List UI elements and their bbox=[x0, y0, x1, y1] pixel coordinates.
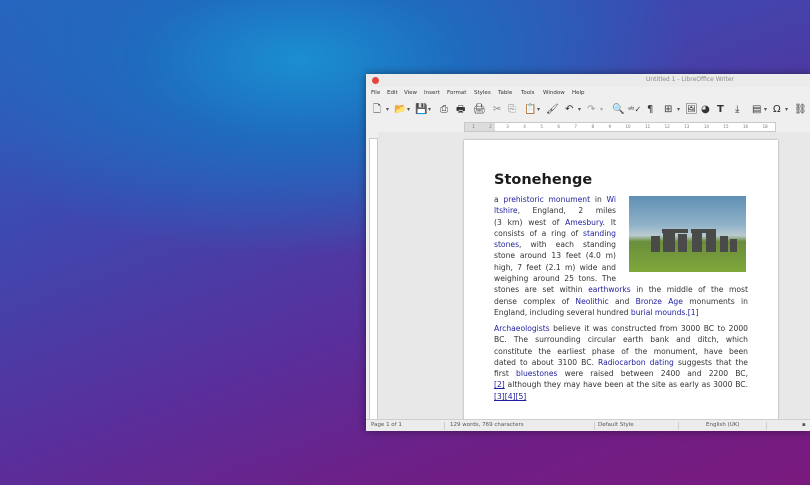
status-bar: Page 1 of 1 129 words, 769 characters De… bbox=[366, 419, 810, 431]
redo-dropdown-icon[interactable]: ▾ bbox=[600, 104, 603, 116]
link-archaeologists[interactable]: Archaeologists bbox=[494, 324, 550, 333]
vertical-ruler[interactable] bbox=[369, 138, 378, 420]
insert-field-icon[interactable]: ▤ bbox=[752, 104, 761, 116]
standard-toolbar: 🗋 ▾ 📂 ▾ 💾 ▾ ⎙ 🖶 🖨 ✂ ⎘ 📋 ▾ 🖌 ↶ ▾ ↷ ▾ 🔍 ᵃᵇ… bbox=[366, 102, 810, 120]
field-dropdown-icon[interactable]: ▾ bbox=[764, 104, 767, 116]
copy-icon[interactable]: ⎘ bbox=[508, 104, 516, 116]
link-amesbury[interactable]: Amesbury bbox=[565, 218, 602, 227]
paragraph-1-full: stones are set within earthworks in the … bbox=[494, 285, 748, 317]
cut-icon[interactable]: ✂ bbox=[493, 104, 501, 116]
save-icon[interactable]: 💾 bbox=[415, 104, 427, 116]
link-standing-b[interactable]: stones bbox=[494, 240, 519, 249]
redo-icon[interactable]: ↷ bbox=[587, 104, 595, 116]
save-dropdown-icon[interactable]: ▾ bbox=[428, 104, 431, 116]
selection-mode-icon[interactable]: ▪ bbox=[802, 422, 806, 428]
status-page-count[interactable]: Page 1 of 1 bbox=[371, 422, 402, 428]
status-word-count[interactable]: 129 words, 769 characters bbox=[450, 422, 524, 428]
paste-icon[interactable]: 📋 bbox=[524, 104, 536, 116]
menu-tools[interactable]: Tools bbox=[521, 90, 535, 96]
find-replace-icon[interactable]: 🔍 bbox=[612, 104, 624, 116]
menu-insert[interactable]: Insert bbox=[424, 90, 440, 96]
formatting-marks-icon[interactable]: ¶ bbox=[647, 104, 653, 116]
export-pdf-icon[interactable]: ⎙ bbox=[440, 104, 448, 116]
spelling-icon[interactable]: ᵃᵇ✓ bbox=[628, 104, 641, 116]
close-window-button[interactable] bbox=[372, 77, 379, 84]
insert-page-break-icon[interactable]: ⤓ bbox=[735, 104, 739, 116]
menu-file[interactable]: File bbox=[371, 90, 380, 96]
undo-icon[interactable]: ↶ bbox=[565, 104, 573, 116]
link-standing-a[interactable]: standing bbox=[583, 229, 616, 238]
insert-image-icon[interactable]: 🖼 bbox=[685, 104, 698, 116]
paragraph-2: Archaeologists believe it was constructe… bbox=[494, 324, 748, 401]
table-dropdown-icon[interactable]: ▾ bbox=[677, 104, 680, 116]
insert-text-box-icon[interactable]: T bbox=[717, 104, 724, 116]
open-dropdown-icon[interactable]: ▾ bbox=[407, 104, 410, 116]
horizontal-ruler[interactable]: 1 2 3 4 5 6 7 8 9 10 11 12 13 14 15 16 18 bbox=[464, 122, 776, 132]
link-radiocarbon-dating[interactable]: Radiocarbon dating bbox=[598, 358, 674, 367]
menu-table[interactable]: Table bbox=[498, 90, 512, 96]
link-prehistoric-monument[interactable]: prehistoric monument bbox=[503, 195, 590, 204]
link-wiltshire-a[interactable]: Wi bbox=[607, 195, 616, 204]
menu-view[interactable]: View bbox=[404, 90, 417, 96]
clone-formatting-icon[interactable]: 🖌 bbox=[546, 104, 559, 116]
new-dropdown-icon[interactable]: ▾ bbox=[386, 104, 389, 116]
menu-window[interactable]: Window bbox=[543, 90, 565, 96]
menu-format[interactable]: Format bbox=[447, 90, 466, 96]
stonehenge-image[interactable] bbox=[629, 196, 746, 272]
menu-bar: File Edit View Insert Format Styles Tabl… bbox=[366, 88, 810, 100]
link-wiltshire-b[interactable]: ltshire bbox=[494, 206, 518, 215]
libreoffice-writer-window: Untitled 1 - LibreOffice Writer File Edi… bbox=[366, 74, 810, 431]
paragraph-1-wrapped: a prehistoric monument in Wi ltshire, En… bbox=[494, 195, 617, 284]
menu-edit[interactable]: Edit bbox=[387, 90, 398, 96]
special-character-dropdown-icon[interactable]: ▾ bbox=[785, 104, 788, 116]
link-burial-mounds[interactable]: burial mounds.[1] bbox=[631, 308, 699, 317]
ruler-ticks: 1 2 3 4 5 6 7 8 9 10 11 12 13 14 15 16 18 bbox=[472, 124, 768, 129]
open-icon[interactable]: 📂 bbox=[394, 104, 406, 116]
link-neolithic[interactable]: Neolithic bbox=[575, 297, 608, 306]
undo-dropdown-icon[interactable]: ▾ bbox=[578, 104, 581, 116]
paste-dropdown-icon[interactable]: ▾ bbox=[537, 104, 540, 116]
status-page-style[interactable]: Default Style bbox=[598, 422, 634, 428]
special-character-icon[interactable]: Ω bbox=[773, 104, 781, 116]
window-title: Untitled 1 - LibreOffice Writer bbox=[645, 76, 734, 83]
document-page[interactable]: Stonehenge a prehistoric monument in Wi … bbox=[464, 140, 778, 431]
hyperlink-icon[interactable]: ⛓ bbox=[794, 104, 807, 116]
insert-table-icon[interactable]: ⊞ bbox=[664, 104, 672, 116]
insert-chart-icon[interactable]: ◕ bbox=[701, 104, 710, 116]
menu-help[interactable]: Help bbox=[572, 90, 585, 96]
menu-styles[interactable]: Styles bbox=[474, 90, 491, 96]
document-heading: Stonehenge bbox=[494, 172, 593, 188]
title-bar[interactable]: Untitled 1 - LibreOffice Writer bbox=[366, 74, 810, 87]
print-icon[interactable]: 🖶 bbox=[456, 104, 465, 116]
print-preview-icon[interactable]: 🖨 bbox=[473, 104, 486, 116]
link-bronze-age[interactable]: Bronze Age bbox=[636, 297, 683, 306]
link-refs-3-4-5[interactable]: [3][4][5] bbox=[494, 392, 526, 401]
link-bluestones[interactable]: bluestones bbox=[516, 369, 557, 378]
status-language[interactable]: English (UK) bbox=[706, 422, 740, 428]
new-document-icon[interactable]: 🗋 bbox=[373, 104, 381, 116]
link-earthworks[interactable]: earthworks bbox=[588, 285, 631, 294]
link-ref-2[interactable]: [2] bbox=[494, 380, 505, 389]
